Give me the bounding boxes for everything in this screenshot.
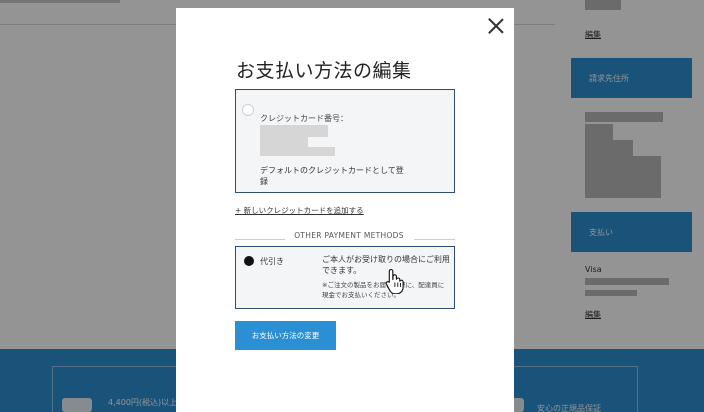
hand-pointer-icon	[385, 268, 404, 294]
default-card-text: デフォルトのクレジットカードとして登録	[260, 166, 404, 186]
credit-card-number-label: クレジットカード番号：	[260, 114, 348, 123]
cash-on-delivery-option[interactable]: 代引き ご本人がお受け取りの場合にご利用できます。 ※ご注文の製品をお届けの際に…	[235, 246, 455, 309]
divider-right	[414, 239, 455, 240]
cod-radio-selected[interactable]	[244, 256, 254, 266]
close-icon[interactable]	[488, 18, 504, 34]
masked-card-number	[260, 125, 328, 137]
divider-left	[235, 239, 285, 240]
modal-title: お支払い方法の編集	[236, 60, 412, 82]
masked-card-holder	[260, 137, 308, 147]
credit-card-option[interactable]: クレジットカード番号： デフォルトのクレジットカードとして登録	[235, 89, 455, 193]
cod-label: 代引き	[260, 257, 284, 266]
other-payment-methods-heading: OTHER PAYMENT METHODS	[294, 231, 404, 240]
edit-payment-modal: お支払い方法の編集 クレジットカード番号： デフォルトのクレジットカードとして登…	[176, 8, 514, 412]
masked-card-expiry	[260, 147, 335, 156]
credit-card-radio[interactable]	[242, 104, 254, 116]
change-payment-method-button[interactable]: お支払い方法の変更	[235, 321, 336, 350]
add-credit-card-link[interactable]: + 新しいクレジットカードを追加する	[235, 205, 364, 216]
